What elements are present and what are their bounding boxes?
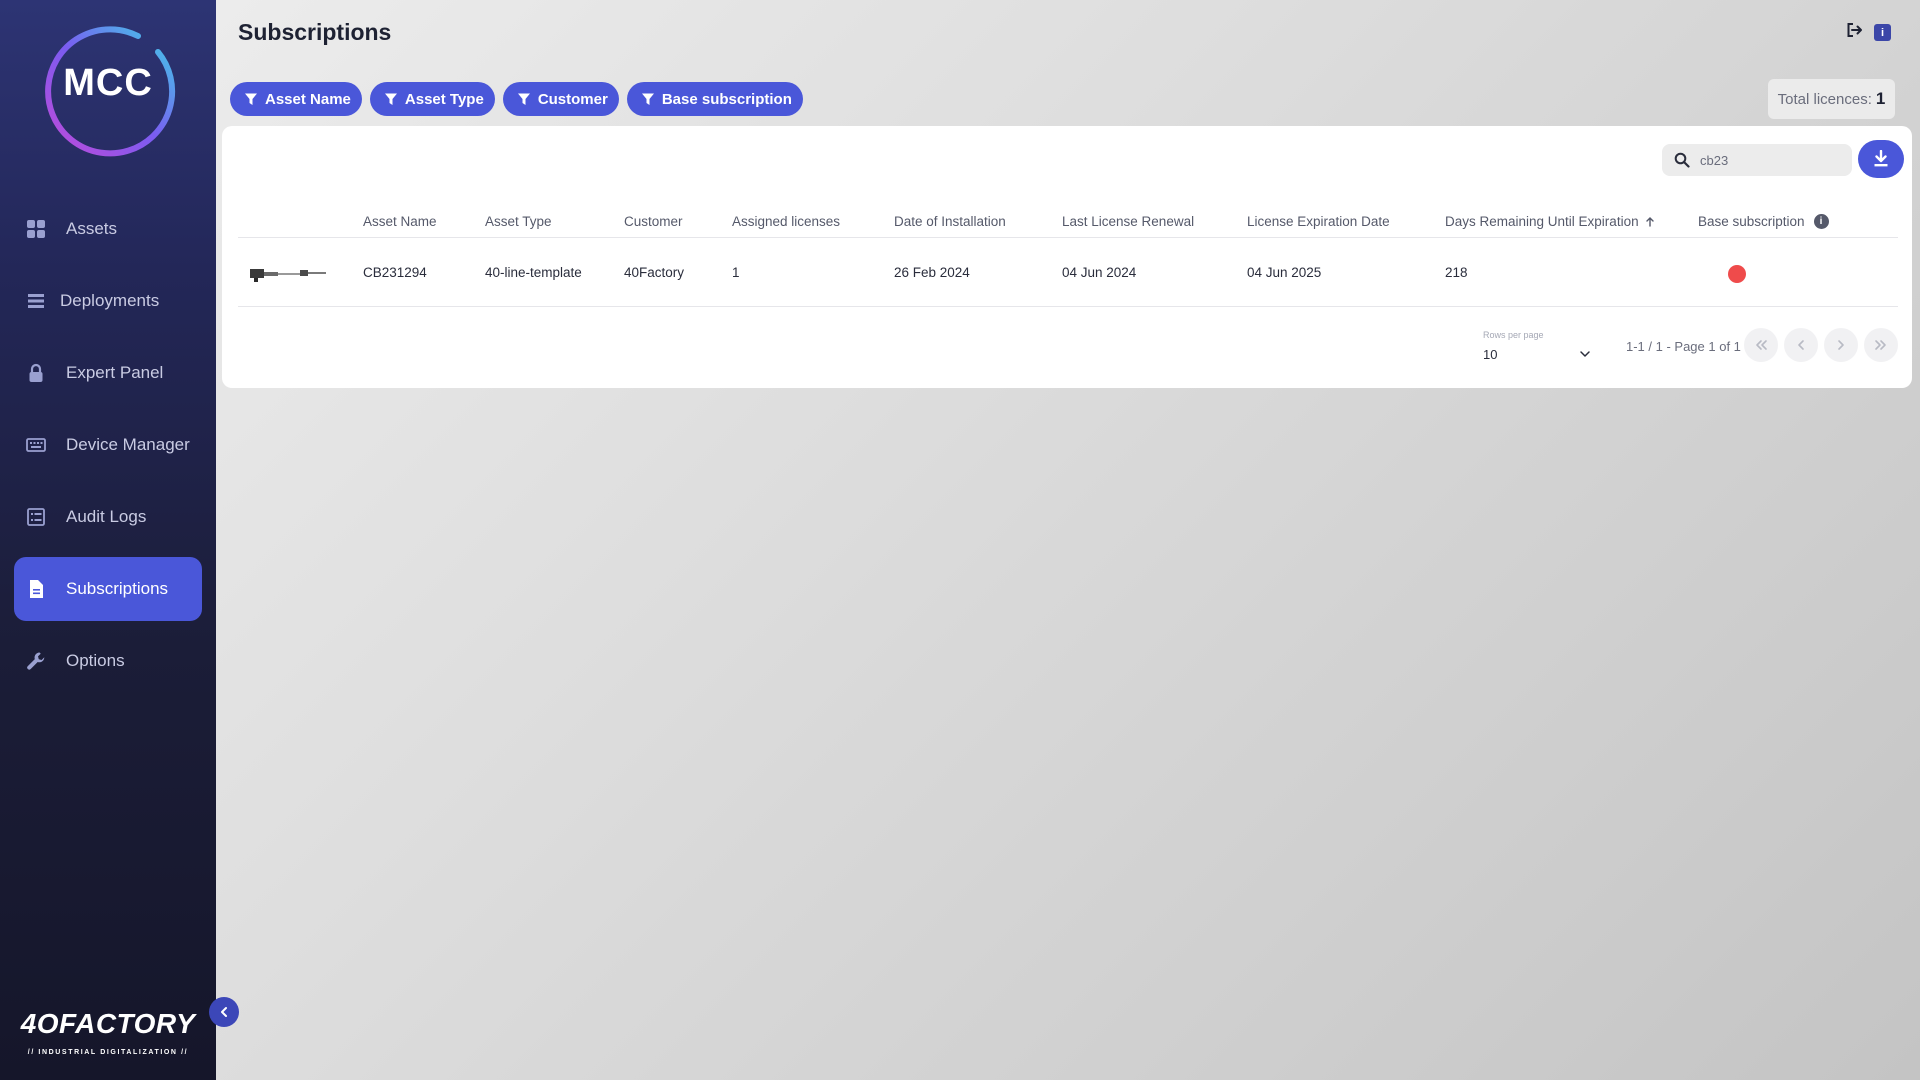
base-subscription-status-dot — [1728, 265, 1746, 283]
sidebar-nav: Assets Deployments Expert Panel Device M… — [14, 197, 202, 701]
sort-ascending-icon — [1645, 216, 1654, 227]
column-assigned-licenses[interactable]: Assigned licenses — [732, 214, 840, 229]
search-box — [1662, 144, 1852, 176]
sidebar-item-label: Audit Logs — [66, 507, 147, 526]
column-asset-name[interactable]: Asset Name — [363, 214, 437, 229]
brand-logo: 4OFACTORY — [20, 1008, 196, 1039]
cell-date-of-installation: 26 Feb 2024 — [894, 265, 970, 280]
total-licences-value: 1 — [1875, 89, 1886, 108]
pagination-range: 1-1 / 1 - Page 1 of 1 — [1626, 339, 1741, 354]
wrench-icon — [26, 651, 46, 671]
page-title: Subscriptions — [238, 19, 392, 45]
list-icon — [26, 507, 46, 527]
sidebar-item-deployments[interactable]: Deployments — [14, 269, 202, 333]
filter-customer[interactable]: Customer — [502, 82, 619, 116]
sidebar-item-label: Device Manager — [66, 435, 190, 454]
chevron-left-icon — [221, 1007, 227, 1017]
app-logo: MCC — [63, 62, 153, 104]
column-base-subscription[interactable]: Base subscription i — [1698, 214, 1829, 229]
column-date-of-installation[interactable]: Date of Installation — [894, 214, 1006, 229]
previous-page-button[interactable] — [1784, 328, 1818, 362]
download-button[interactable] — [1858, 140, 1904, 178]
sidebar-item-label: Deployments — [60, 291, 160, 310]
filter-label: Base subscription — [661, 90, 792, 108]
logout-icon[interactable] — [1846, 22, 1864, 43]
total-licences-label: Total licences: — [1777, 90, 1872, 108]
cell-asset-name: CB231294 — [363, 265, 427, 280]
total-licences-badge: Total licences: 1 — [1768, 79, 1895, 119]
asset-thumbnail — [250, 269, 326, 282]
sidebar-item-options[interactable]: Options — [14, 629, 202, 693]
cell-license-expiration-date: 04 Jun 2025 — [1247, 265, 1322, 280]
last-page-button[interactable] — [1864, 328, 1898, 362]
rows-per-page-value: 10 — [1483, 346, 1498, 362]
info-icon[interactable]: i — [1813, 214, 1829, 229]
column-days-remaining[interactable]: Days Remaining Until Expiration — [1445, 214, 1656, 229]
download-icon — [1874, 150, 1888, 167]
chevrons-left-icon — [1756, 340, 1767, 350]
cell-days-remaining: 218 — [1445, 265, 1468, 280]
sidebar-item-label: Expert Panel — [66, 363, 164, 382]
cell-asset-type: 40-line-template — [485, 265, 582, 280]
lock-icon — [26, 363, 46, 383]
sidebar-item-expert-panel[interactable]: Expert Panel — [14, 341, 202, 405]
column-label: Base subscription — [1698, 214, 1805, 229]
sidebar-item-label: Assets — [66, 219, 118, 238]
column-license-expiration-date[interactable]: License Expiration Date — [1247, 214, 1390, 229]
sidebar-item-label: Options — [66, 651, 125, 670]
sidebar-item-assets[interactable]: Assets — [14, 197, 202, 261]
server-icon — [26, 291, 46, 311]
first-page-button[interactable] — [1744, 328, 1778, 362]
sidebar-item-audit-logs[interactable]: Audit Logs — [14, 485, 202, 549]
filter-base-subscription[interactable]: Base subscription — [626, 82, 803, 116]
sidebar: MCC Assets Deployments Expert Panel Devi… — [0, 0, 216, 1080]
column-label: Days Remaining Until Expiration — [1445, 214, 1639, 229]
next-page-button[interactable] — [1824, 328, 1858, 362]
info-icon[interactable]: i — [1874, 24, 1891, 41]
filter-label: Asset Name — [265, 90, 351, 108]
keyboard-icon — [26, 435, 46, 455]
collapse-sidebar-button[interactable] — [209, 997, 239, 1027]
rows-per-page-select[interactable]: 10 — [1483, 343, 1591, 365]
column-last-license-renewal[interactable]: Last License Renewal — [1062, 214, 1194, 229]
column-asset-type[interactable]: Asset Type — [485, 214, 552, 229]
cell-customer: 40Factory — [624, 265, 685, 280]
pagination-controls — [1744, 328, 1898, 362]
chevron-right-icon — [1838, 340, 1844, 350]
filter-icon — [641, 93, 654, 105]
subscriptions-table-card: Asset Name Asset Type Customer Assigned … — [222, 126, 1912, 388]
filter-label: Customer — [537, 90, 608, 108]
sidebar-item-subscriptions[interactable]: Subscriptions — [14, 557, 202, 621]
filter-asset-type[interactable]: Asset Type — [369, 82, 495, 116]
filter-bar: Asset Name Asset Type Customer Base subs… — [230, 82, 803, 116]
rows-per-page-label: Rows per page — [1483, 330, 1544, 340]
sidebar-item-device-manager[interactable]: Device Manager — [14, 413, 202, 477]
column-customer[interactable]: Customer — [624, 214, 683, 229]
document-icon — [26, 579, 46, 599]
brand-tagline: // INDUSTRIAL DIGITALIZATION // — [27, 1049, 189, 1056]
search-icon — [1674, 152, 1690, 168]
filter-icon — [517, 93, 530, 105]
cell-assigned-licenses: 1 — [732, 265, 740, 280]
grid-icon — [26, 219, 46, 239]
chevron-left-icon — [1798, 340, 1804, 350]
header-actions: i — [1846, 22, 1891, 43]
filter-asset-name[interactable]: Asset Name — [230, 82, 362, 116]
cell-last-license-renewal: 04 Jun 2024 — [1062, 265, 1137, 280]
table-row[interactable]: CB231294 40-line-template 40Factory 1 26… — [238, 239, 1898, 307]
filter-icon — [245, 93, 257, 105]
filter-icon — [384, 93, 397, 105]
filter-label: Asset Type — [404, 90, 484, 108]
table-header: Asset Name Asset Type Customer Assigned … — [238, 208, 1898, 238]
chevron-down-icon — [1580, 351, 1590, 357]
chevrons-right-icon — [1875, 340, 1886, 350]
search-input[interactable] — [1700, 152, 1840, 168]
sidebar-item-label: Subscriptions — [66, 579, 169, 598]
